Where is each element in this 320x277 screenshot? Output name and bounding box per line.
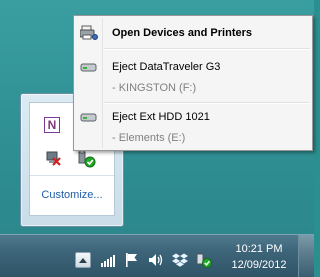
- devices-printers-icon: [79, 25, 98, 41]
- volume-icon[interactable]: [148, 252, 164, 268]
- clock-time: 10:21 PM: [235, 243, 283, 255]
- taskbar: 10:21 PM 12/09/2012: [0, 234, 314, 277]
- menu-item-eject-datatraveler[interactable]: Eject DataTraveler G3: [74, 56, 312, 78]
- menu-item-sublabel: - Elements (E:): [112, 132, 186, 144]
- system-clock[interactable]: 10:21 PM 12/09/2012: [228, 241, 290, 273]
- onenote-icon[interactable]: N: [44, 117, 62, 135]
- chevron-up-icon: [79, 258, 87, 263]
- menu-item-label: Eject DataTraveler G3: [112, 61, 221, 73]
- network-error-icon[interactable]: [44, 150, 62, 168]
- overflow-divider: [30, 175, 114, 176]
- menu-separator: [104, 48, 310, 50]
- usb-drive-icon: [80, 109, 98, 125]
- usb-safely-remove-icon[interactable]: [196, 252, 212, 268]
- network-signal-icon[interactable]: [100, 252, 116, 268]
- usb-context-menu: Open Devices and Printers Eject DataTrav…: [73, 15, 313, 151]
- usb-safely-remove-icon[interactable]: [78, 149, 96, 168]
- show-desktop-button[interactable]: [298, 235, 314, 277]
- action-center-flag-icon[interactable]: [124, 252, 140, 268]
- dropbox-icon[interactable]: [172, 252, 188, 268]
- menu-item-sublabel: - KINGSTON (F:): [112, 82, 197, 94]
- show-hidden-icons-arrow[interactable]: [75, 252, 91, 268]
- menu-item-label: Open Devices and Printers: [112, 27, 252, 39]
- menu-separator: [104, 102, 310, 104]
- usb-drive-icon: [80, 59, 98, 75]
- menu-item-open-devices-and-printers[interactable]: Open Devices and Printers: [74, 22, 312, 44]
- clock-date: 12/09/2012: [231, 259, 287, 271]
- menu-item-label: Eject Ext HDD 1021: [112, 111, 210, 123]
- customize-link[interactable]: Customize...: [30, 189, 114, 201]
- menu-item-eject-ext-hdd[interactable]: Eject Ext HDD 1021: [74, 106, 312, 128]
